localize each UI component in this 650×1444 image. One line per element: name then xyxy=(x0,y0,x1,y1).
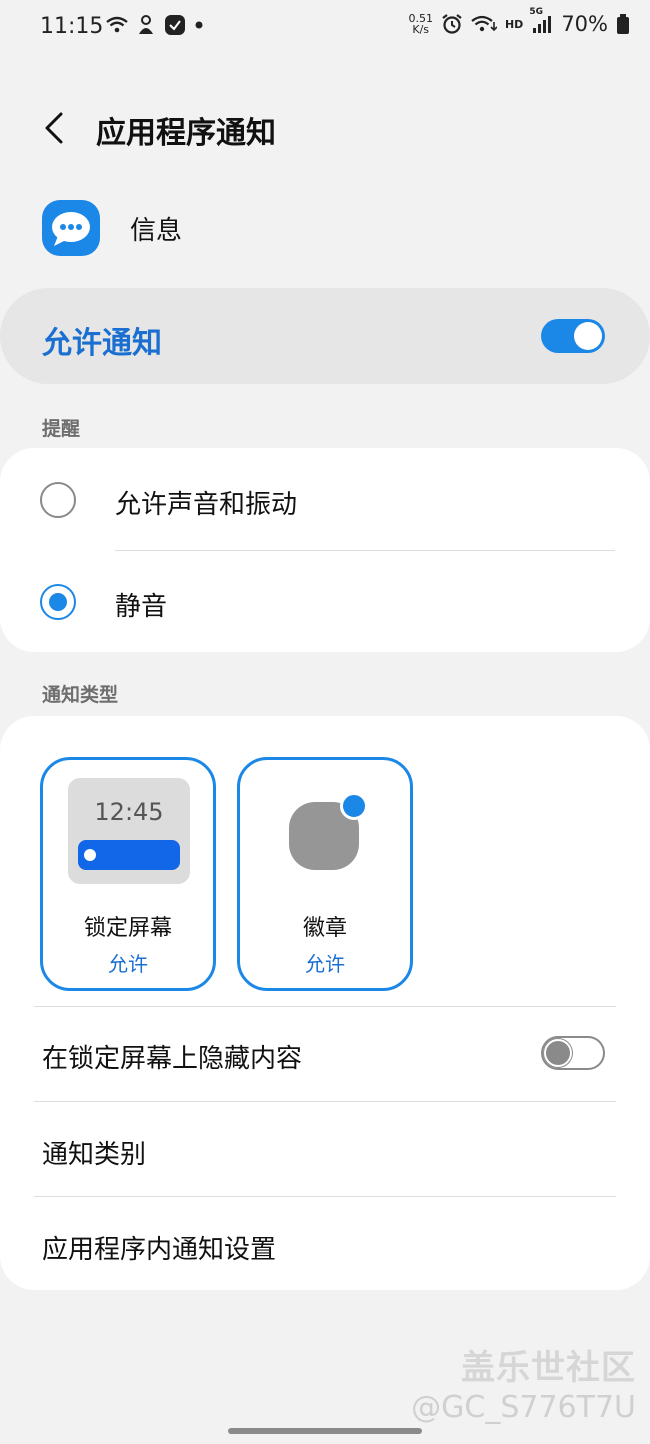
lock-preview-notification-bar xyxy=(78,840,180,870)
home-indicator[interactable] xyxy=(228,1428,422,1434)
badge-dot-icon xyxy=(340,792,368,820)
wifi-icon xyxy=(106,15,128,35)
sound-vibrate-radio[interactable] xyxy=(40,482,76,518)
lock-screen-tile[interactable]: 12:45 锁定屏幕 允许 xyxy=(40,757,216,991)
messages-app-icon xyxy=(42,200,100,256)
watermark-user: @GC_S776T7U xyxy=(411,1390,636,1425)
chevron-left-icon xyxy=(45,112,63,144)
toggle-knob xyxy=(544,1039,572,1067)
lock-preview-time: 12:45 xyxy=(94,798,164,826)
hide-content-label[interactable]: 在锁定屏幕上隐藏内容 xyxy=(42,1038,302,1075)
allow-notifications-label: 允许通知 xyxy=(42,326,162,361)
alarm-icon xyxy=(441,13,463,35)
page-title: 应用程序通知 xyxy=(96,116,276,151)
lock-screen-preview: 12:45 xyxy=(68,778,190,884)
network-speed: 0.51 K/s xyxy=(408,13,433,35)
lock-screen-tile-label: 锁定屏幕 xyxy=(83,916,172,941)
status-left-icons xyxy=(106,14,204,36)
more-dot-icon xyxy=(194,20,204,30)
divider xyxy=(34,1101,616,1102)
network-type-label: 5G xyxy=(529,7,543,17)
divider xyxy=(115,550,615,551)
notification-app-icon xyxy=(136,14,156,36)
lock-screen-tile-status: 允许 xyxy=(108,952,148,976)
status-right-icons: 0.51 K/s HD 5G 70% xyxy=(408,7,630,36)
notification-categories-item[interactable]: 通知类别 xyxy=(42,1134,146,1171)
silent-radio[interactable] xyxy=(40,584,76,620)
badge-tile-label: 徽章 xyxy=(302,916,347,941)
battery-percent: 70% xyxy=(561,12,608,36)
divider xyxy=(34,1006,616,1007)
alerts-section-label: 提醒 xyxy=(42,418,81,440)
battery-icon xyxy=(616,13,630,35)
status-bar: 11:15 0.51 K/s HD 5G 70% xyxy=(0,0,650,58)
divider xyxy=(34,1196,616,1197)
sound-vibrate-label[interactable]: 允许声音和振动 xyxy=(115,484,297,521)
badge-tile[interactable]: 徽章 允许 xyxy=(237,757,413,991)
hd-label: HD xyxy=(504,17,524,31)
wifi-calling-icon xyxy=(471,14,497,34)
network-speed-unit: K/s xyxy=(412,23,430,36)
back-button[interactable] xyxy=(36,108,76,148)
badge-tile-status: 允许 xyxy=(305,952,345,976)
allow-notifications-toggle[interactable] xyxy=(541,319,605,353)
watermark-community: 盖乐世社区 xyxy=(461,1348,636,1388)
notification-types-section-label: 通知类型 xyxy=(42,684,119,706)
status-time: 11:15 xyxy=(40,14,104,39)
check-app-icon xyxy=(164,14,186,36)
hide-content-toggle[interactable] xyxy=(541,1036,605,1070)
signal-icon: 5G xyxy=(529,7,553,35)
silent-label[interactable]: 静音 xyxy=(115,586,167,623)
in-app-notification-settings-item[interactable]: 应用程序内通知设置 xyxy=(42,1229,276,1266)
app-name: 信息 xyxy=(130,216,183,246)
toggle-knob xyxy=(574,322,602,350)
